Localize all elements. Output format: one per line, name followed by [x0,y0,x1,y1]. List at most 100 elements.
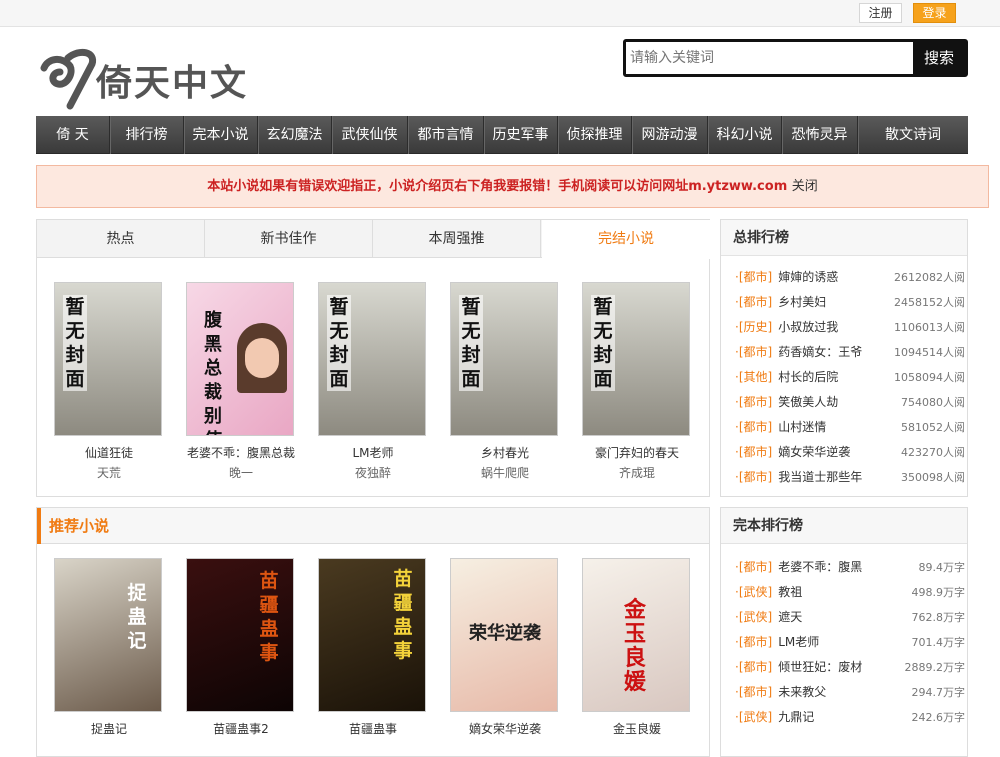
nav-item-scifi[interactable]: 科幻小说 [708,116,782,154]
search-button[interactable]: 搜索 [913,42,965,74]
ranking-category[interactable]: [武侠] [739,710,772,724]
ranking-book-title[interactable]: LM老师 [778,635,819,649]
ranking-row[interactable]: ·[武侠] 遮天 762.8万字 [735,605,965,630]
book-author[interactable]: 齐成琨 [582,464,692,481]
register-button[interactable]: 注册 [859,3,902,23]
book-author[interactable]: 晚一 [186,464,296,481]
book-cover[interactable]: 暂无封面 [450,282,558,436]
nav-item-horror[interactable]: 恐怖灵异 [782,116,858,154]
ranking-category[interactable]: [都市] [739,560,772,574]
nav-item-detective[interactable]: 侦探推理 [558,116,632,154]
nav-item-fantasy[interactable]: 玄幻魔法 [258,116,332,154]
ranking-row[interactable]: ·[都市] 未来教父 294.7万字 [735,680,965,705]
book-title[interactable]: LM老师 [308,444,438,461]
ranking-book-title[interactable]: 药香嫡女：王爷 [778,345,862,359]
ranking-row[interactable]: ·[都市] 嫡女荣华逆袭 423270人阅 [735,440,965,465]
book-cover[interactable]: 荣华逆袭 [450,558,558,712]
tab-weekly[interactable]: 本周强推 [373,220,541,258]
ranking-book-title[interactable]: 倾世狂妃：废材 [778,660,862,674]
ranking-category[interactable]: [都市] [739,685,772,699]
ranking-category[interactable]: [都市] [739,395,772,409]
ranking-row[interactable]: ·[都市] 山村迷情 581052人阅 [735,415,965,440]
ranking-row[interactable]: ·[都市] 婶婶的诱惑 2612082人阅 [735,265,965,290]
book-cover[interactable]: 腹黑总裁别使坏 [186,282,294,436]
book-author[interactable]: 天荒 [54,464,164,481]
book-title[interactable]: 捉蛊记 [44,720,174,737]
ranking-row[interactable]: ·[都市] 乡村美妇 2458152人阅 [735,290,965,315]
nav-item-history[interactable]: 历史军事 [484,116,558,154]
ranking-row[interactable]: ·[历史] 小叔放过我 1106013人阅 [735,315,965,340]
nav-item-games[interactable]: 网游动漫 [632,116,708,154]
book-author[interactable]: 夜独醉 [318,464,428,481]
ranking-book-title[interactable]: 未来教父 [778,685,826,699]
book-cover[interactable]: 暂无封面 [582,282,690,436]
ranking-book-title[interactable]: 村长的后院 [778,370,838,384]
book-title[interactable]: 豪门弃妇的春天 [572,444,702,461]
book-title[interactable]: 乡村春光 [440,444,570,461]
ranking-row[interactable]: ·[都市] 我当道士那些年 350098人阅 [735,465,965,490]
ranking-row[interactable]: ·[都市] 药香嫡女：王爷 1094514人阅 [735,340,965,365]
ranking-row[interactable]: ·[都市] 笑傲美人劫 754080人阅 [735,390,965,415]
ranking-book-title[interactable]: 教祖 [778,585,802,599]
nav-item-urban[interactable]: 都市言情 [408,116,484,154]
ranking-book-title[interactable]: 笑傲美人劫 [778,395,838,409]
ranking-book-title[interactable]: 九鼎记 [778,710,814,724]
ranking-book-title[interactable]: 婶婶的诱惑 [778,270,838,284]
book-cover[interactable]: 暂无封面 [318,282,426,436]
ranking-row[interactable]: ·[其他] 村长的后院 1058094人阅 [735,365,965,390]
ranking-row[interactable]: ·[都市] LM老师 701.4万字 [735,630,965,655]
ranking-row[interactable]: ·[武侠] 九鼎记 242.6万字 [735,705,965,730]
book-cover[interactable]: 苗疆蛊事 [318,558,426,712]
book-cover[interactable]: 捉蛊记 [54,558,162,712]
ranking-category[interactable]: [都市] [739,295,772,309]
ranking-book-title[interactable]: 遮天 [778,610,802,624]
ranking-category[interactable]: [都市] [739,270,772,284]
ranking-category[interactable]: [都市] [739,635,772,649]
ranking-row[interactable]: ·[武侠] 教祖 498.9万字 [735,580,965,605]
tab-hot[interactable]: 热点 [37,220,205,258]
book-cover[interactable]: 暂无封面 [54,282,162,436]
ranking-row[interactable]: ·[都市] 倾世狂妃：废材 2889.2万字 [735,655,965,680]
nav-item-ranking[interactable]: 排行榜 [110,116,184,154]
ranking-category[interactable]: [武侠] [739,585,772,599]
ranking-count: 1094514人阅 [894,346,965,359]
book-cover[interactable]: 金玉良媛 [582,558,690,712]
tab-new[interactable]: 新书佳作 [205,220,373,258]
tab-completed[interactable]: 完结小说 [542,220,710,259]
ranking-row[interactable]: ·[都市] 老婆不乖：腹黑 89.4万字 [735,555,965,580]
ranking-category[interactable]: [都市] [739,660,772,674]
ranking-category[interactable]: [历史] [739,320,772,334]
ranking-book-title[interactable]: 嫡女荣华逆袭 [778,445,850,459]
ranking-book-title[interactable]: 小叔放过我 [778,320,838,334]
cover-text: 暂无封面 [459,295,483,391]
notice-close-link[interactable]: 关闭 [792,179,818,194]
total-ranking-heading: 总排行榜 [721,220,967,256]
cover-text: 捉蛊记 [127,582,147,652]
book-title[interactable]: 金玉良媛 [572,720,702,737]
ranking-category[interactable]: [都市] [739,470,772,484]
ranking-book-title[interactable]: 我当道士那些年 [778,470,862,484]
nav-item-complete[interactable]: 完本小说 [184,116,258,154]
ranking-book-title[interactable]: 老婆不乖：腹黑 [778,560,862,574]
login-button[interactable]: 登录 [913,3,956,23]
cover-text: 苗疆蛊事 [259,570,279,664]
book-title[interactable]: 苗疆蛊事2 [176,720,306,737]
book-author[interactable]: 蜗牛爬爬 [450,464,560,481]
search-input[interactable] [630,45,910,71]
nav-item-home[interactable]: 倚 天 [36,116,110,154]
book-title[interactable]: 仙道狂徒 [44,444,174,461]
ranking-category[interactable]: [都市] [739,445,772,459]
ranking-count: 762.8万字 [911,611,966,624]
ranking-category[interactable]: [其他] [739,370,772,384]
book-title[interactable]: 老婆不乖：腹黑总裁 [176,444,306,461]
nav-item-poetry[interactable]: 散文诗词 [858,116,968,154]
nav-item-wuxia[interactable]: 武侠仙侠 [332,116,408,154]
book-cover[interactable]: 苗疆蛊事 [186,558,294,712]
ranking-book-title[interactable]: 山村迷情 [778,420,826,434]
ranking-book-title[interactable]: 乡村美妇 [778,295,826,309]
ranking-category[interactable]: [武侠] [739,610,772,624]
ranking-category[interactable]: [都市] [739,345,772,359]
ranking-category[interactable]: [都市] [739,420,772,434]
book-title[interactable]: 苗疆蛊事 [308,720,438,737]
book-title[interactable]: 嫡女荣华逆袭 [440,720,570,737]
